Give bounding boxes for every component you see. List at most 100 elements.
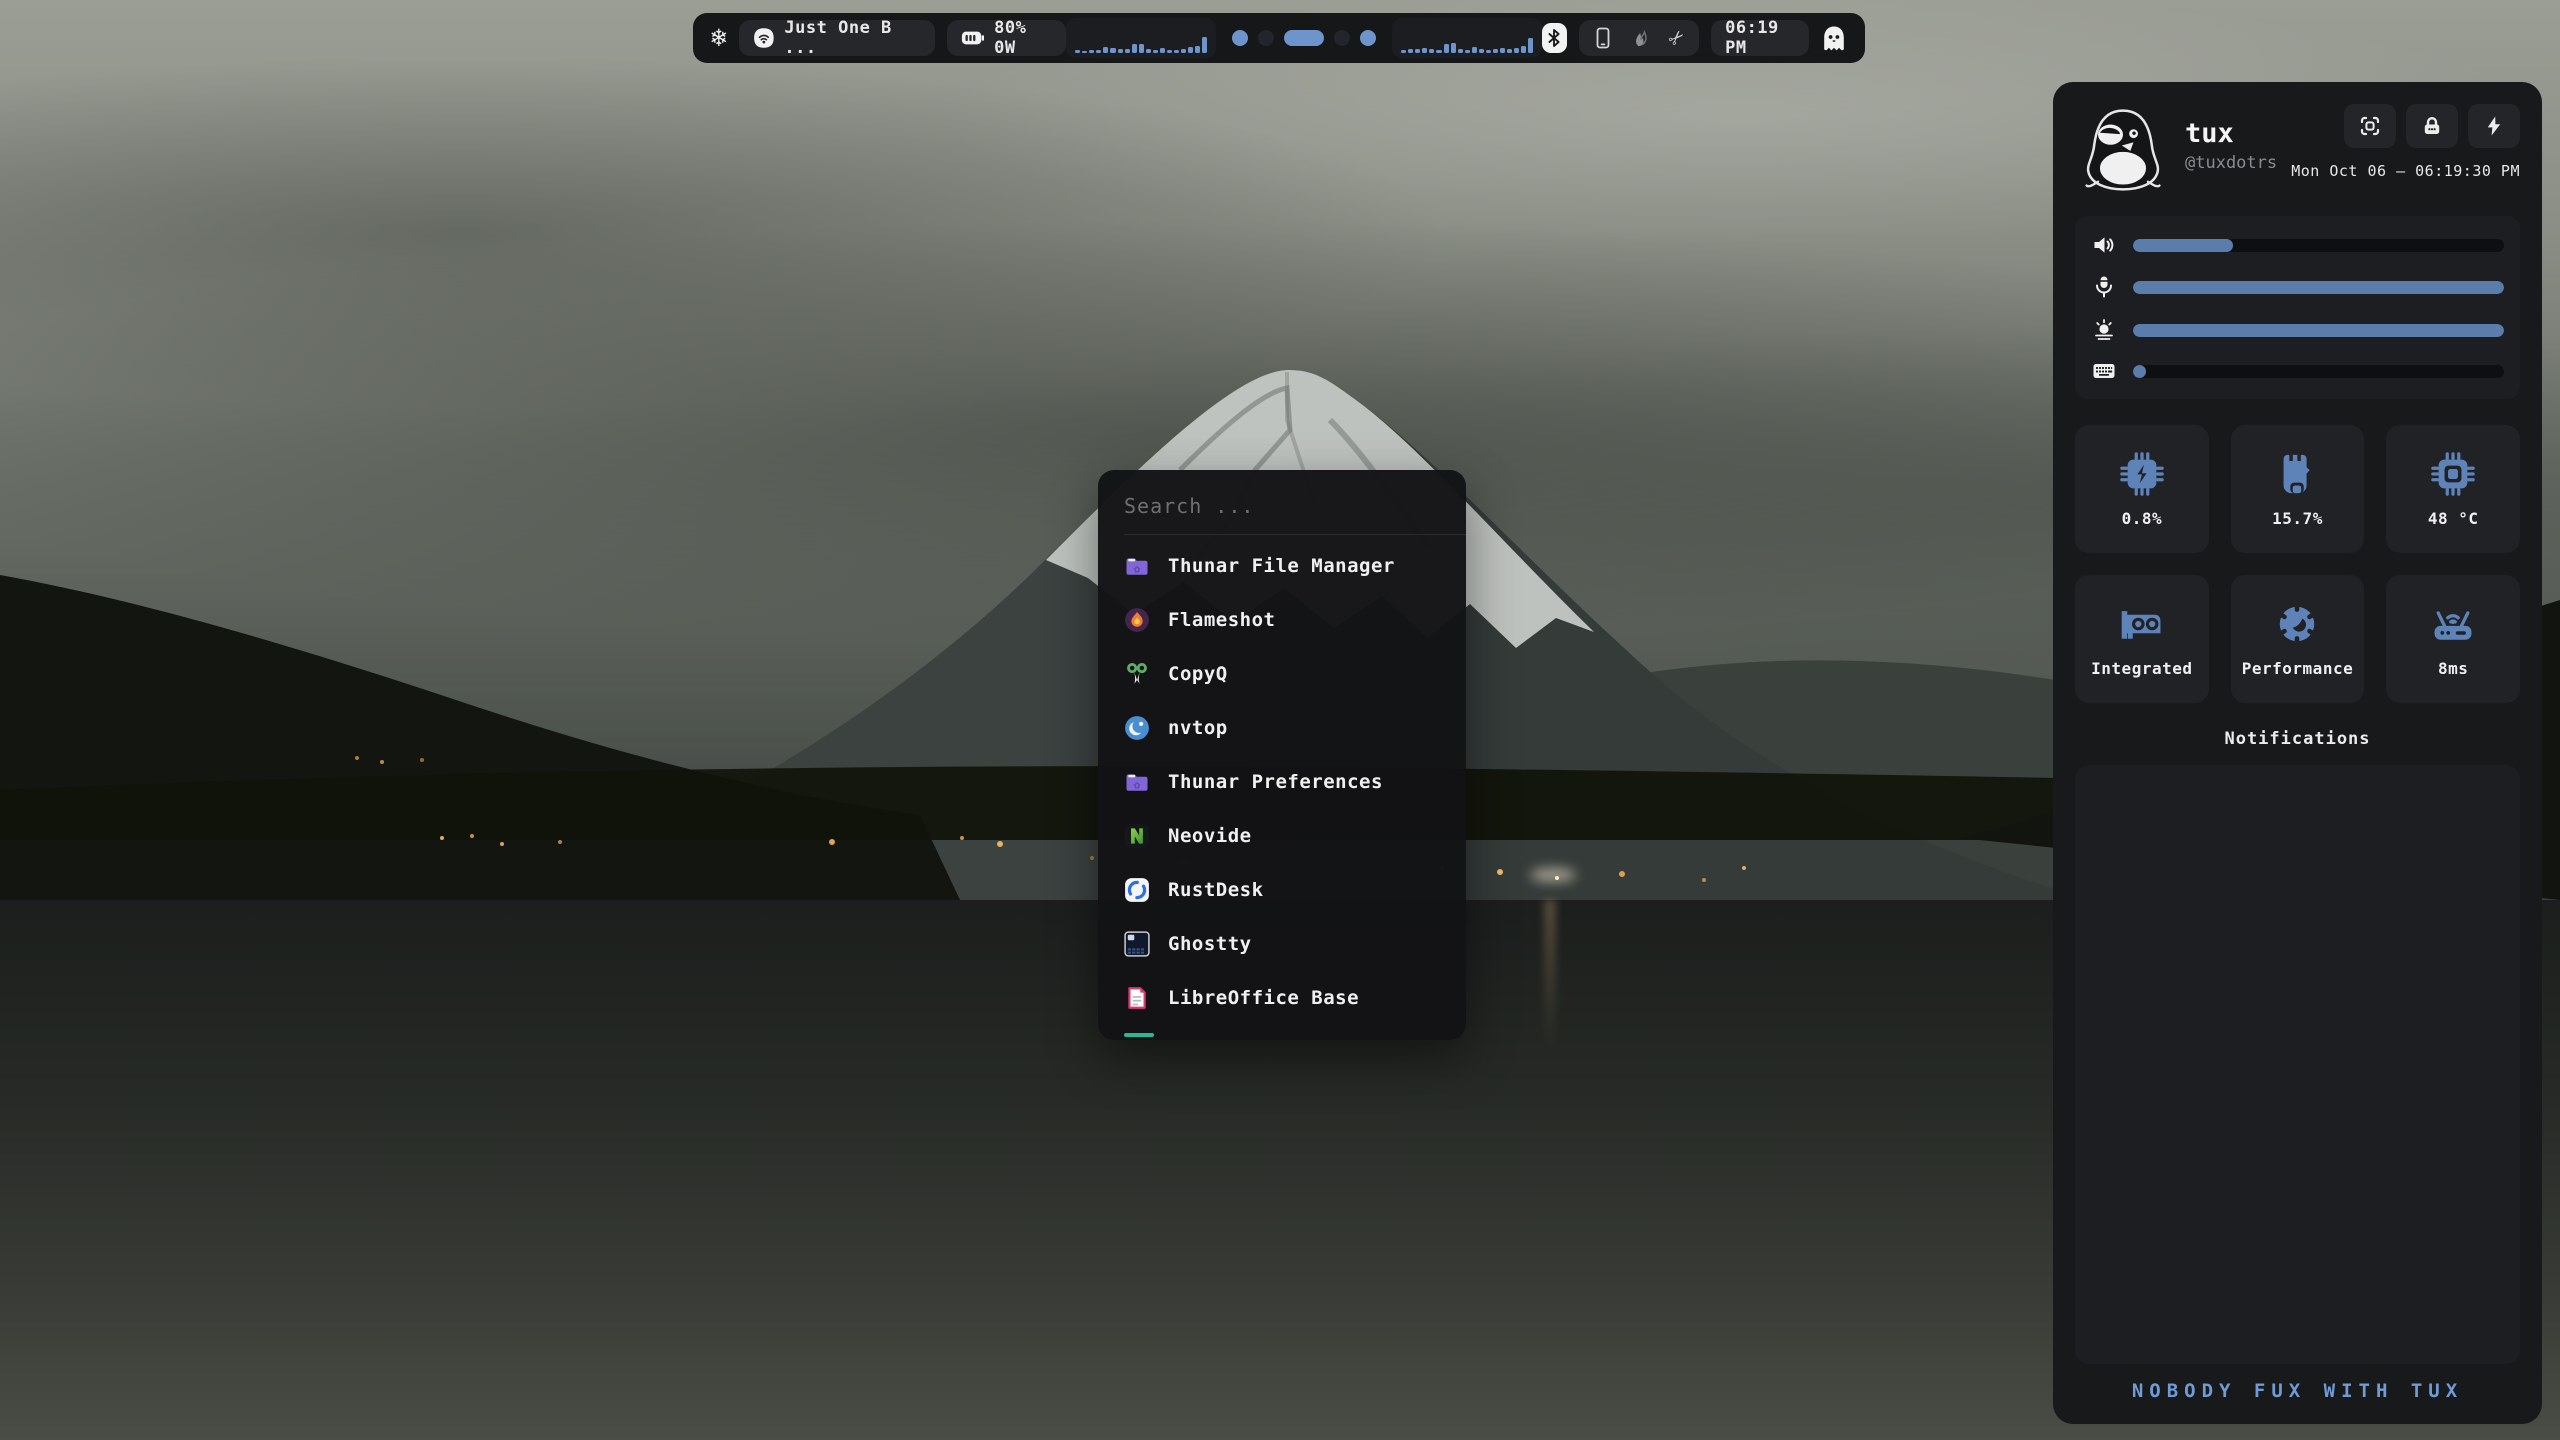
workspace-dot-occupied[interactable] [1360,30,1376,46]
speaker-icon [2091,234,2117,256]
gpu-icon [2118,601,2166,647]
now-playing-widget[interactable]: Just One B ... [739,20,935,56]
user-handle: @tuxdotrs [2185,153,2277,173]
power-button[interactable] [2468,104,2520,148]
bluetooth-button[interactable] [1542,23,1566,53]
bar-left-group: ❄ Just One B ... 80% 0W [711,20,1066,56]
bar-center-group [1066,18,1542,58]
ram-usage-tile: 15.7% [2231,425,2365,553]
volume-slider[interactable] [2091,234,2504,256]
scissors-icon[interactable]: ✂ [1663,24,1690,51]
bar-right-group: ✂ 06:19 PM [1542,20,1847,56]
network-latency-tile: 8ms [2386,575,2520,703]
sliders-panel [2075,216,2520,399]
top-status-bar: ❄ Just One B ... 80% 0W [693,13,1865,63]
snowflake-icon[interactable]: ❄ [711,25,727,51]
cpu-usage-label: 0.8% [2122,509,2163,528]
cpu-temp-label: 48 °C [2428,509,2479,528]
power-profile-label: Performance [2242,659,2353,678]
screenshot-button[interactable] [2344,104,2396,148]
flame-icon[interactable] [1630,27,1652,49]
quick-action-buttons [2344,104,2520,148]
app-item-copyq[interactable]: CopyQ [1098,647,1466,701]
ghost-icon [1821,25,1847,52]
app-label: CopyQ [1168,663,1228,685]
ghost-button[interactable] [1821,25,1847,52]
volume-fill [2133,239,2233,252]
control-sidebar: tux @tuxdotrs [2053,82,2542,1424]
battery-widget[interactable]: 80% 0W [947,20,1067,56]
bluetooth-icon [1546,28,1562,48]
app-label: LibreOffice Base [1168,987,1359,1009]
gpu-mode-tile[interactable]: Integrated [2075,575,2209,703]
app-item-flameshot[interactable]: Flameshot [1098,593,1466,647]
battery-label: 80% 0W [994,18,1052,58]
app-item-ghostty[interactable]: Ghostty [1098,917,1466,971]
search-input[interactable] [1098,486,1466,528]
nvtop-icon [1124,715,1150,741]
microphone-fill [2133,281,2504,294]
light-reflection [1544,900,1556,1050]
datetime-label: Mon Oct 06 – 06:19:30 PM [2291,162,2520,180]
clock-label: 06:19 PM [1725,18,1795,58]
cpu-usage-tile: 0.8% [2075,425,2209,553]
lock-icon [2420,114,2444,138]
sidebar-header: tux @tuxdotrs [2075,104,2520,196]
app-label: Flameshot [1168,609,1275,631]
keyboard-backlight-fill [2133,365,2146,378]
clock-widget[interactable]: 06:19 PM [1711,20,1809,56]
ram-icon [2274,451,2320,497]
keyboard-backlight-track[interactable] [2133,365,2504,378]
user-identity: tux @tuxdotrs [2185,118,2277,173]
microphone-track[interactable] [2133,281,2504,294]
lock-button[interactable] [2406,104,2458,148]
app-label: Thunar File Manager [1168,555,1395,577]
app-item-partial[interactable] [1124,1033,1154,1037]
app-item-rustdesk[interactable]: RustDesk [1098,863,1466,917]
shore-lights [440,836,444,840]
app-label: Thunar Preferences [1168,771,1383,793]
phone-icon[interactable] [1593,27,1613,49]
workspace-dot-empty[interactable] [1334,30,1350,46]
brightness-icon [2091,318,2117,342]
keyboard-backlight-slider[interactable] [2091,361,2504,381]
app-label: RustDesk [1168,879,1264,901]
desktop: ❄ Just One B ... 80% 0W [0,0,2560,1440]
brightness-track[interactable] [2133,324,2504,337]
lightning-icon [2482,114,2506,138]
thunar-folder-icon [1124,769,1150,795]
chip-temperature-icon [2430,451,2476,497]
workspace-dot-occupied[interactable] [1232,30,1248,46]
brightness-fill [2133,324,2504,337]
workspace-dot-empty[interactable] [1258,30,1274,46]
app-launcher: Thunar File Manager Flameshot [1098,470,1466,1040]
ram-usage-label: 15.7% [2272,509,2323,528]
app-label: Ghostty [1168,933,1252,955]
app-label: Neovide [1168,825,1252,847]
media-home-icon [753,26,775,50]
now-playing-label: Just One B ... [784,18,920,58]
volume-track[interactable] [2133,239,2504,252]
performance-gauge-icon [2274,601,2320,647]
screenshot-icon [2358,114,2382,138]
tux-avatar [2075,104,2171,196]
workspace-switcher[interactable] [1232,30,1376,46]
app-item-neovide[interactable]: Neovide [1098,809,1466,863]
rustdesk-icon [1124,877,1150,903]
power-profile-tile[interactable]: Performance [2231,575,2365,703]
cpu-graph-widget [1066,18,1216,58]
ghostty-icon [1124,931,1150,957]
battery-icon [961,29,984,47]
thunar-folder-icon [1124,553,1150,579]
tray-widget: ✂ [1579,20,1699,56]
app-item-thunar-preferences[interactable]: Thunar Preferences [1098,755,1466,809]
workspace-dot-active[interactable] [1284,30,1324,46]
brightness-slider[interactable] [2091,318,2504,342]
app-item-nvtop[interactable]: nvtop [1098,701,1466,755]
app-item-libreoffice-base[interactable]: LibreOffice Base [1098,971,1466,1025]
app-label: nvtop [1168,717,1228,739]
app-list: Thunar File Manager Flameshot [1098,539,1466,1037]
app-item-thunar-file-manager[interactable]: Thunar File Manager [1098,539,1466,593]
microphone-slider[interactable] [2091,275,2504,299]
cpu-icon [2119,451,2165,497]
